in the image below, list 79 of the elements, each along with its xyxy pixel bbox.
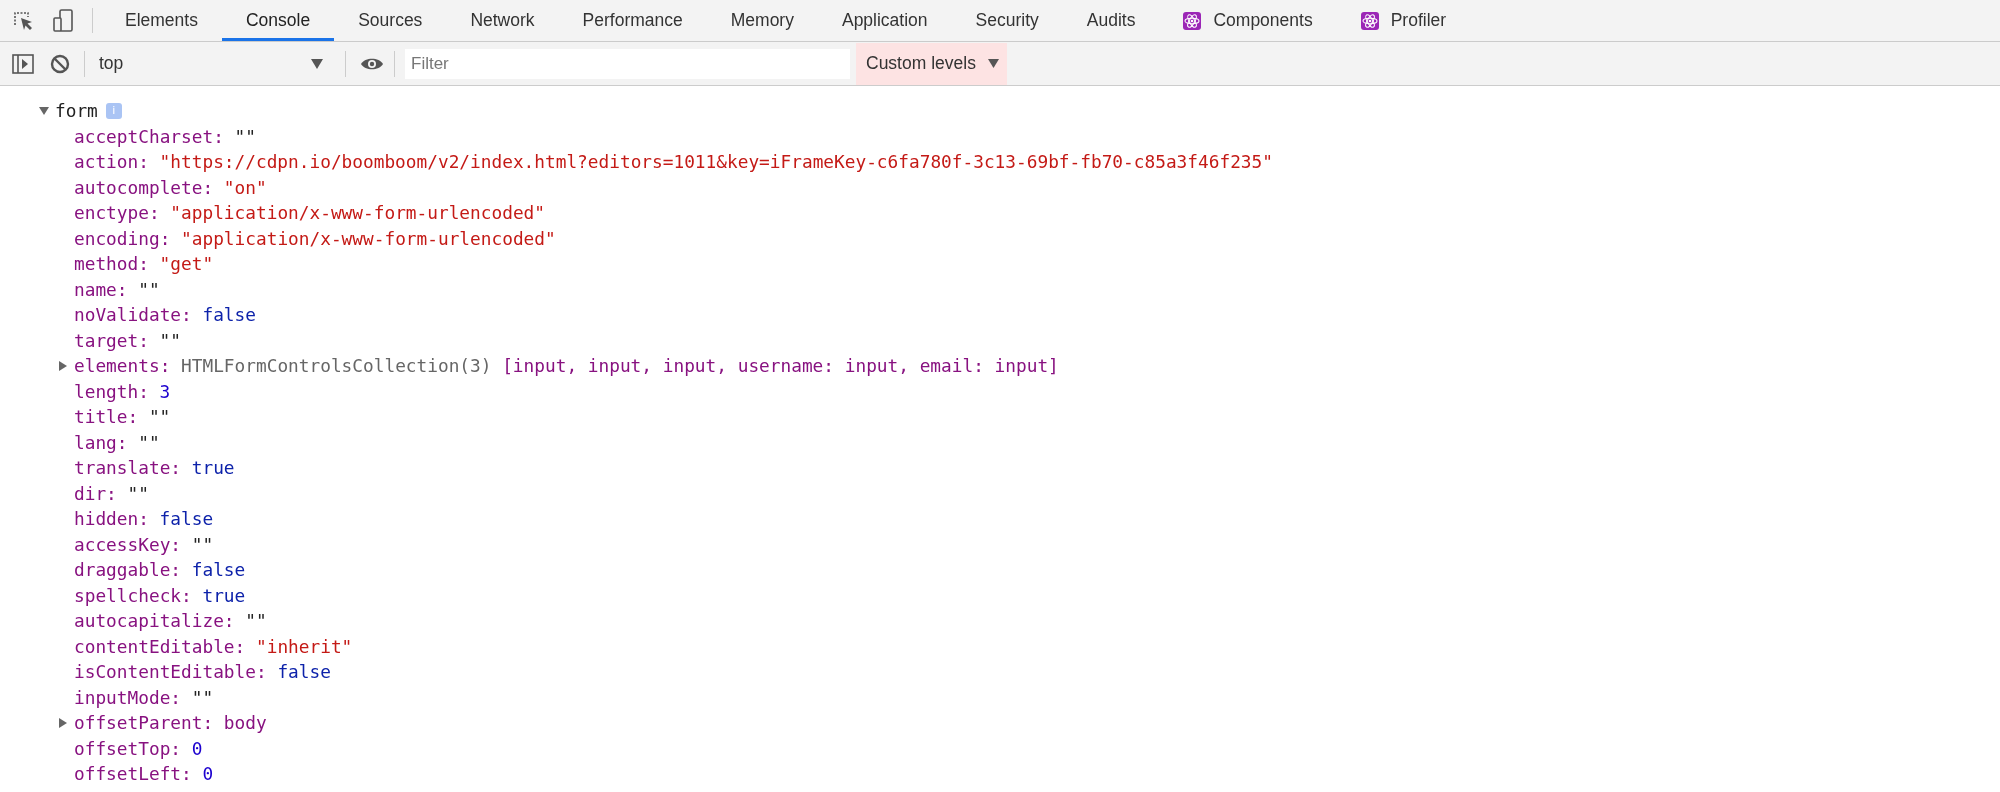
property-name: target: xyxy=(74,329,149,351)
log-levels-dropdown[interactable]: Custom levels xyxy=(856,42,1007,85)
property-value: "application/x-www-form-urlencoded" xyxy=(181,227,556,249)
property-value: "" xyxy=(148,406,171,428)
collapsed-triangle-icon[interactable] xyxy=(58,360,68,371)
property-value: false xyxy=(202,304,256,326)
tab[interactable]: Elements xyxy=(101,3,222,41)
property-name: method: xyxy=(74,253,149,275)
property-value: HTMLFormControlsCollection(3) xyxy=(181,355,492,377)
property-name: contentEditable: xyxy=(74,635,246,657)
property-name: translate: xyxy=(74,457,182,479)
tab[interactable]: Memory xyxy=(706,3,818,41)
property-value: 3 xyxy=(159,380,171,402)
property-value: "application/x-www-form-urlencoded" xyxy=(170,202,545,224)
clear-console-icon[interactable] xyxy=(50,53,70,74)
react-logo-icon xyxy=(1183,11,1202,30)
inspect-element-icon[interactable] xyxy=(12,9,34,32)
property-value: "" xyxy=(191,533,214,555)
context-dropdown[interactable]: top xyxy=(85,47,335,80)
property-name: dir: xyxy=(74,482,117,504)
property-value: "inherit" xyxy=(255,635,353,657)
info-badge: i xyxy=(105,102,122,119)
property-value: "" xyxy=(127,482,149,504)
react-logo-icon xyxy=(1360,11,1379,30)
property-value: 0 xyxy=(202,763,214,785)
property-name: draggable: xyxy=(74,559,182,581)
property-value: false xyxy=(277,661,331,683)
property-value: "https://cdpn.io/boomboom/v2/index.html?editors=1011&key=iFrameKey-c6fa780f-3c13-69bf-fb70-c85a3f46f235" xyxy=(159,151,1273,173)
property-name: lang: xyxy=(74,431,128,453)
property-value: body xyxy=(223,712,267,734)
property-value: true xyxy=(191,457,235,479)
tab[interactable]: Profiler xyxy=(1336,3,1471,41)
property-value: false xyxy=(191,559,246,581)
property-name: length: xyxy=(74,380,149,402)
property-value: "" xyxy=(159,329,182,351)
property-value: "get" xyxy=(159,253,214,275)
tab[interactable]: Components xyxy=(1159,3,1337,41)
property-name: elements: xyxy=(74,355,171,377)
property-value: "" xyxy=(138,278,160,300)
object-label[interactable]: form xyxy=(55,100,98,122)
property-name: enctype: xyxy=(74,202,160,224)
property-value: false xyxy=(159,508,214,530)
tab[interactable]: Security xyxy=(951,3,1063,41)
property-name: title: xyxy=(74,406,139,428)
property-name: acceptCharset: xyxy=(74,125,224,147)
property-name: accessKey: xyxy=(74,533,182,555)
property-name: inputMode: xyxy=(74,686,182,708)
property-name: offsetLeft: xyxy=(74,763,192,785)
sidebar-toggle-icon[interactable] xyxy=(12,53,34,74)
tab[interactable]: Audits xyxy=(1062,3,1160,41)
property-value: "" xyxy=(138,431,160,453)
property-value: "" xyxy=(234,125,256,147)
property-value: "" xyxy=(245,610,267,632)
property-value: "" xyxy=(191,686,214,708)
expanded-triangle-icon[interactable] xyxy=(39,105,49,116)
property-name: name: xyxy=(74,278,128,300)
collection-preview: [input, input, input, username: input, email: input] xyxy=(502,355,1059,377)
property-value: 0 xyxy=(191,737,203,759)
tab[interactable]: Network xyxy=(446,3,559,41)
property-name: offsetTop: xyxy=(74,737,182,759)
property-name: spellcheck: xyxy=(74,584,192,606)
property-name: isContentEditable: xyxy=(74,661,267,683)
property-name: noValidate: xyxy=(74,304,192,326)
tab[interactable]: Application xyxy=(817,3,952,41)
filter-field[interactable]: Filter xyxy=(405,48,850,79)
property-name: hidden: xyxy=(74,508,149,530)
property-value: "on" xyxy=(223,176,267,198)
tab[interactable]: Performance xyxy=(558,3,707,41)
collapsed-triangle-icon[interactable] xyxy=(58,717,68,728)
property-name: autocomplete: xyxy=(74,176,214,198)
caret-icon xyxy=(987,59,999,68)
property-name: offsetParent: xyxy=(74,712,214,734)
property-value: true xyxy=(202,584,246,606)
property-name: action: xyxy=(74,151,149,173)
tab[interactable]: Sources xyxy=(334,3,447,41)
property-name: encoding: xyxy=(74,227,171,249)
device-toolbar-icon[interactable] xyxy=(52,8,74,33)
caret-icon xyxy=(311,58,323,69)
property-name: autocapitalize: xyxy=(74,610,235,632)
